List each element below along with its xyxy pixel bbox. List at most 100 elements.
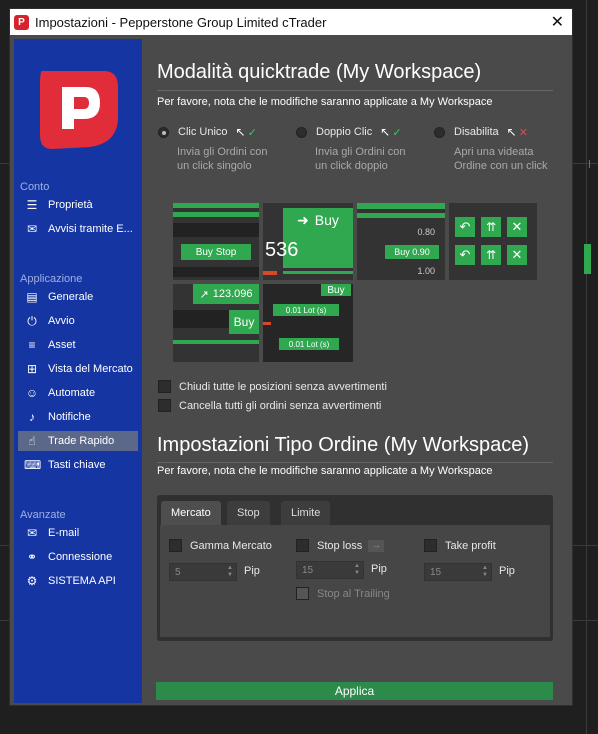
close-position-icon: ✕: [507, 245, 527, 265]
api-icon: ⚙: [26, 574, 38, 588]
spinner-arrows-icon[interactable]: ▲ ▼: [354, 563, 360, 577]
take-profit-input[interactable]: 15 ▲ ▼: [424, 563, 492, 581]
radio-disabilita[interactable]: Disabilita ↖ ✕: [434, 125, 528, 139]
quicktrade-title: Modalità quicktrade (My Workspace): [157, 61, 482, 83]
apply-button[interactable]: Applica: [156, 682, 553, 700]
spinner-arrows-icon[interactable]: ▲ ▼: [227, 565, 233, 579]
checkbox-chiudi-posizioni[interactable]: Chiudi tutte le posizioni senza avvertim…: [158, 380, 387, 393]
sidebar-item-automate[interactable]: ☺ Automate: [18, 383, 138, 403]
sidebar-item-avvisi[interactable]: ✉ Avvisi tramite E...: [18, 219, 138, 239]
preview-buy-stop: Buy Stop: [173, 203, 259, 280]
sidebar-item-label: Tasti chiave: [48, 459, 106, 471]
checkbox-box: [296, 587, 309, 600]
radio-doppio-clic[interactable]: Doppio Clic ↖ ✓: [296, 125, 402, 139]
chart-candle: [589, 160, 590, 168]
sidebar-item-connessione[interactable]: ⚭ Connessione: [18, 547, 138, 567]
preview-lots: Buy 0.01 Lot (s) 0.01 Lot (s): [263, 284, 353, 362]
checkbox-label: Cancella tutti gli ordini senza avvertim…: [179, 399, 382, 412]
check-badge-icon: ✓: [247, 126, 257, 139]
cross-badge-icon: ✕: [518, 126, 528, 139]
checkbox-label: Stop loss: [317, 539, 363, 552]
stop-loss-value: 15: [302, 564, 314, 576]
bell-icon: ♪: [29, 410, 35, 424]
preview-buy-stop-button: Buy Stop: [181, 244, 251, 260]
mail-icon: ✉: [26, 526, 38, 540]
order-settings-note: Per favore, nota che le modifiche sarann…: [157, 465, 493, 477]
radio-label: Doppio Clic: [316, 126, 373, 138]
title-bar: P Impostazioni - Pepperstone Group Limit…: [10, 9, 572, 35]
sidebar-item-label: Avvisi tramite E...: [48, 223, 133, 235]
sidebar-item-label: E-mail: [48, 527, 80, 539]
sidebar-item-sistema-api[interactable]: ⚙ SISTEMA API: [18, 571, 138, 591]
tab-content-mercato: Gamma Mercato 5 ▲ ▼ Pip Stop loss → 15 ▲ ▼…: [160, 525, 550, 637]
order-type-panel: Mercato Stop Limite Gamma Mercato 5 ▲ ▼ P…: [157, 495, 553, 641]
radio-desc: Apri una videata Ordine con un click: [454, 146, 548, 172]
pepperstone-logo: [40, 71, 118, 149]
preview-buy-large: ➜ Buy 536: [263, 203, 353, 280]
sidebar-item-generale[interactable]: ▤ Generale: [18, 287, 138, 307]
power-icon: ⏻: [27, 313, 37, 328]
reverse-icon: ↶: [455, 217, 475, 237]
connection-icon: ⚭: [26, 550, 38, 564]
checkbox-box: [169, 539, 182, 552]
pip-unit: Pip: [371, 563, 387, 575]
radio-dot-selected: [158, 126, 169, 138]
preview-price: 536: [265, 239, 299, 261]
take-profit-value: 15: [430, 566, 442, 578]
checkbox-stop-loss[interactable]: Stop loss →: [296, 539, 385, 552]
sidebar-item-vista-mercato[interactable]: ⊞ Vista del Mercato: [18, 359, 138, 379]
checkbox-gamma-mercato[interactable]: Gamma Mercato: [169, 539, 272, 552]
sidebar-item-trade-rapido[interactable]: ☝ Trade Rapido: [18, 431, 138, 451]
sidebar-item-tasti-chiave[interactable]: ⌨ Tasti chiave: [18, 455, 138, 475]
sidebar-item-label: SISTEMA API: [48, 575, 116, 587]
checkbox-cancella-ordini[interactable]: Cancella tutti gli ordini senza avvertim…: [158, 399, 381, 412]
radio-dot: [434, 126, 445, 138]
check-badge-icon: ✓: [392, 126, 402, 139]
radio-clic-unico[interactable]: Clic Unico ↖ ✓: [158, 125, 257, 139]
mail-icon: ✉: [26, 222, 38, 236]
sidebar-item-label: Asset: [48, 339, 76, 351]
quicktrade-note: Per favore, nota che le modifiche sarann…: [157, 96, 493, 108]
preview-price-a: 0.80: [417, 227, 435, 237]
tab-limite[interactable]: Limite: [281, 501, 331, 525]
chart-gridline: [586, 0, 587, 734]
sidebar-item-label: Proprietà: [48, 199, 93, 211]
tab-stop[interactable]: Stop: [227, 501, 270, 525]
reverse-icon: ↶: [455, 245, 475, 265]
sidebar-item-label: Vista del Mercato: [48, 363, 133, 375]
preview-lot-field: 0.01 Lot (s): [279, 338, 339, 350]
sidebar-item-notifiche[interactable]: ♪ Notifiche: [18, 407, 138, 427]
list-icon: ≡: [28, 338, 36, 352]
stop-loss-input[interactable]: 15 ▲ ▼: [296, 561, 364, 579]
window-title: Impostazioni - Pepperstone Group Limited…: [35, 14, 327, 30]
sidebar-item-proprieta[interactable]: ☰ Proprietà: [18, 195, 138, 215]
sidebar-item-asset[interactable]: ≡ Asset: [18, 335, 138, 355]
sidebar-item-label: Automate: [48, 387, 96, 399]
preview-buy-button: Buy: [321, 284, 351, 296]
radio-label: Clic Unico: [178, 126, 228, 138]
checkbox-take-profit[interactable]: Take profit: [424, 539, 496, 552]
sidebar-item-avvio[interactable]: ⏻ Avvio: [18, 311, 138, 331]
cursor-icon: ↖: [235, 125, 246, 139]
tab-mercato[interactable]: Mercato: [161, 501, 221, 525]
robot-icon: ☺: [25, 386, 39, 400]
checkbox-box: [424, 539, 437, 552]
spinner-arrows-icon[interactable]: ▲ ▼: [482, 565, 488, 579]
preview-price-b: 1.00: [417, 266, 435, 276]
window-icon: ▤: [26, 290, 38, 304]
preview-buy-button: Buy: [229, 310, 259, 334]
ctrader-icon: P: [14, 14, 29, 30]
preview-buy-ladder-button: Buy 0.90: [385, 245, 439, 259]
checkbox-box: [158, 399, 171, 412]
gamma-mercato-input[interactable]: 5 ▲ ▼: [169, 563, 237, 581]
close-icon[interactable]: ✕: [551, 12, 564, 32]
arrow-right-icon: →: [368, 539, 385, 552]
checkbox-box: [158, 380, 171, 393]
sidebar-item-email[interactable]: ✉ E-mail: [18, 523, 138, 543]
divider: [157, 462, 553, 463]
checkbox-label: Gamma Mercato: [190, 539, 272, 552]
sidebar-item-label: Generale: [48, 291, 94, 303]
close-position-icon: ✕: [507, 217, 527, 237]
checkbox-stop-trailing[interactable]: Stop al Trailing: [296, 587, 390, 600]
settings-window: P Impostazioni - Pepperstone Group Limit…: [9, 8, 573, 706]
